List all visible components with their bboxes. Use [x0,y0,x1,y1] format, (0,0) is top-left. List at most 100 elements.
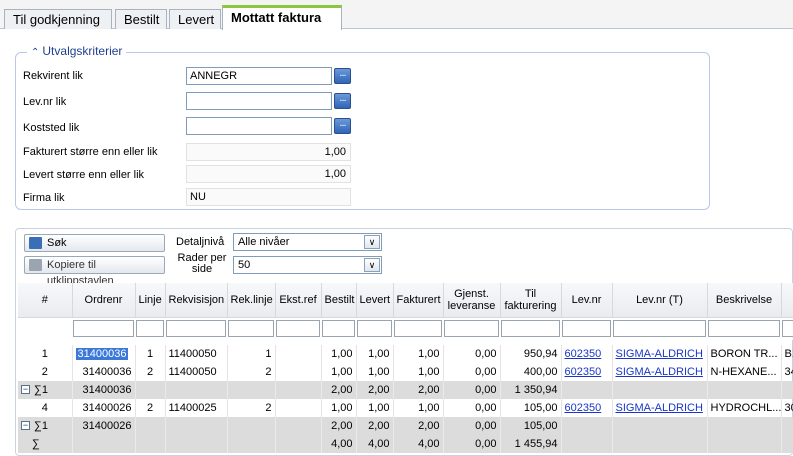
row-gjenst: 0,00 [443,363,501,381]
col-header-lev-nr-t[interactable]: Lev.nr (T) [612,283,708,318]
koststed-label: Koststed lik [23,122,80,134]
col-header-ordrenr[interactable]: Ordrenr [72,283,136,318]
row-ekst-ref [275,345,322,363]
col-header-fakturert[interactable]: Fakturert [393,283,444,318]
row-rek-linje: 2 [227,363,276,381]
levnr-lookup-button[interactable]: ... [334,93,351,109]
col-header-beskrivelse[interactable]: Beskrivelse [707,283,782,318]
rekvirent-label: Rekvirent lik [23,70,83,82]
col-header-gjenst-leveranse[interactable]: Gjenst. leveranse [443,283,501,318]
filter-til-fakturering-input[interactable] [501,320,560,338]
row-beskrivelse: N-HEXANE... [707,363,782,381]
col-header-linje[interactable]: Linje [135,283,166,318]
filter-linje-input[interactable] [136,320,164,338]
group-subtotal-row[interactable]: − ∑1 31400036 2,00 2,00 2,00 0,00 1 350,9… [18,381,793,399]
col-header-levert[interactable]: Levert [356,283,394,318]
total-gjenst: 0,00 [443,435,501,453]
fakturert-input[interactable]: 1,00 [186,143,351,161]
group-sum-label: ∑1 [34,383,48,396]
row-fakturert: 1,00 [393,399,444,417]
firma-input[interactable]: NU [186,188,351,206]
filter-ekst-ref-input[interactable] [276,320,320,338]
filter-bestilt-input[interactable] [322,320,355,338]
total-levert: 4,00 [356,435,394,453]
filter-ordrenr-input[interactable] [73,320,134,338]
criteria-legend[interactable]: ⌃ Utvalgskriterier [27,44,127,58]
filter-lev-nr-input[interactable] [562,320,611,338]
col-header-rek-linje[interactable]: Rek.linje [227,283,276,318]
row-levert: 1,00 [356,399,394,417]
row-lev-nr-t-link[interactable]: SIGMA-ALDRICH [616,402,703,414]
levert-input[interactable]: 1,00 [186,165,351,183]
row-til-fakturering: 105,00 [500,399,562,417]
row-lev-nr-link[interactable]: 602350 [565,402,602,414]
total-til-fakturering: 1 455,94 [500,435,562,453]
table-row[interactable]: 2 31400036 2 11400050 2 1,00 1,00 1,00 0… [18,363,793,381]
row-ordrenr: 31400026 [72,399,136,417]
tab-mottatt-faktura[interactable]: Mottatt faktura [222,5,342,30]
filter-levert-input[interactable] [357,320,392,338]
col-header-til-fakturering[interactable]: Til fakturering [500,283,562,318]
filter-gjenst-input[interactable] [444,320,499,338]
col-header-lev-nr[interactable]: Lev.nr [561,283,613,318]
detail-level-select[interactable]: Alle nivåer ∨ [233,233,382,251]
rekvirent-input[interactable]: ANNEGR [186,67,332,85]
group-levert: 2,00 [356,417,394,435]
table-row[interactable]: 4 31400026 2 11400025 2 1,00 1,00 1,00 0… [18,399,793,417]
grand-total-label: ∑ [18,435,73,453]
row-beskrivelse: HYDROCHL... [707,399,782,417]
tab-levert[interactable]: Levert [169,9,221,29]
row-lev-nr-link[interactable]: 602350 [565,348,602,360]
row-lev-nr-t-link[interactable]: SIGMA-ALDRICH [616,366,703,378]
row-rekvisisjon: 11400025 [165,399,228,417]
row-fakturert: 1,00 [393,363,444,381]
collapse-group-icon[interactable]: − [21,385,30,395]
row-gjenst: 0,00 [443,399,501,417]
filter-lev-nr-t-input[interactable] [613,320,706,338]
firma-label: Firma lik [23,192,65,204]
tab-til-godkjenning[interactable]: Til godkjenning [4,9,112,29]
collapse-chevron-icon[interactable]: ⌃ [31,47,39,58]
search-icon [29,237,42,249]
col-header-number[interactable]: # [18,283,73,318]
table-row[interactable]: 1 31400036 1 11400050 1 1,00 1,00 1,00 0… [18,345,793,363]
collapse-group-icon[interactable]: − [21,421,30,431]
col-header-rekvisisjon[interactable]: Rekvisisjon [165,283,228,318]
col-header-bestilt[interactable]: Bestilt [321,283,357,318]
filter-beskrivelse-input[interactable] [708,320,780,338]
row-til-fakturering: 950,94 [500,345,562,363]
group-subtotal-row[interactable]: − ∑1 31400026 2,00 2,00 2,00 0,00 105,00 [18,417,793,435]
copy-clipboard-button[interactable]: Kopiere til utklippstavlen [24,256,165,287]
row-lev-nr-link[interactable]: 602350 [565,366,602,378]
detail-level-value: Alle nivåer [238,236,290,248]
koststed-input[interactable] [186,117,332,135]
chevron-down-icon[interactable]: ∨ [364,258,380,272]
filter-extra-input[interactable] [782,320,793,338]
row-rek-linje: 2 [227,399,276,417]
filter-rek-linje-input[interactable] [228,320,274,338]
tab-bestilt[interactable]: Bestilt [115,9,167,29]
rekvirent-lookup-button[interactable]: ... [334,68,351,84]
rows-per-page-select[interactable]: 50 ∨ [233,256,382,274]
search-button[interactable]: Søk [24,234,165,252]
group-ordrenr: 31400036 [72,381,136,399]
levnr-input[interactable] [186,92,332,110]
row-ordrenr[interactable]: 31400036 [75,347,129,360]
group-gjenst: 0,00 [443,417,501,435]
koststed-lookup-button[interactable]: ... [334,118,351,134]
row-bestilt: 1,00 [321,345,357,363]
total-fakturert: 4,00 [393,435,444,453]
chevron-down-icon[interactable]: ∨ [364,235,380,249]
levnr-label: Lev.nr lik [23,96,67,108]
results-grid: # Ordrenr Linje Rekvisisjon Rek.linje Ek… [18,283,793,456]
col-header-ekst-ref[interactable]: Ekst.ref [275,283,322,318]
filter-rekvisisjon-input[interactable] [166,320,226,338]
row-gjenst: 0,00 [443,345,501,363]
row-extra: 34 [781,363,793,381]
col-header-extra[interactable] [781,283,793,318]
row-levert: 1,00 [356,363,394,381]
filter-fakturert-input[interactable] [394,320,442,338]
row-linje: 2 [135,363,166,381]
row-lev-nr-t-link[interactable]: SIGMA-ALDRICH [616,348,703,360]
row-rekvisisjon: 11400050 [165,363,228,381]
